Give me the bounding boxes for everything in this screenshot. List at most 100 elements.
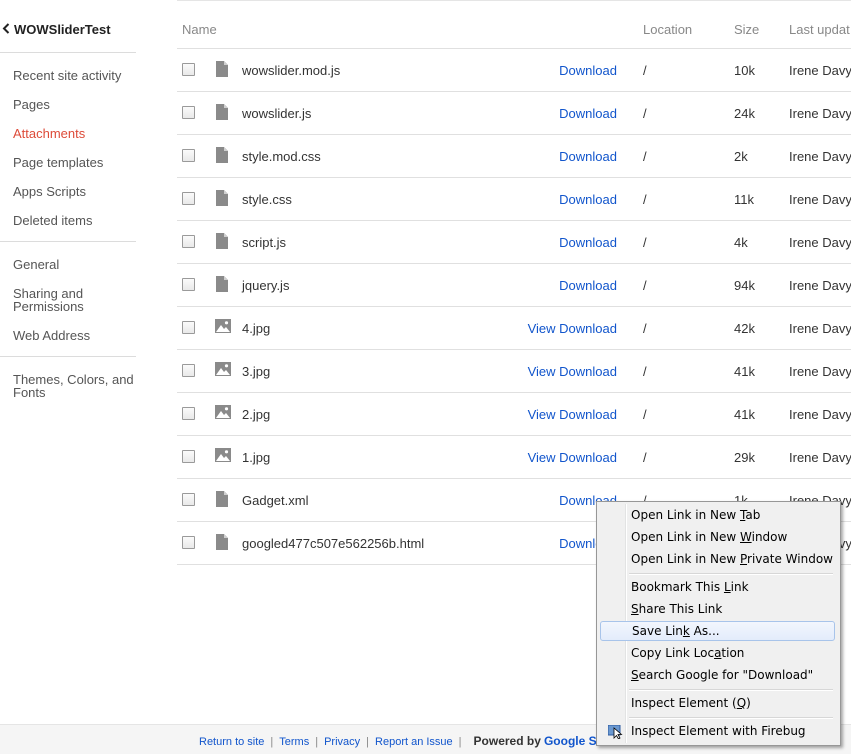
file-location: / — [643, 235, 647, 250]
return-to-site-link[interactable]: Return to site — [199, 736, 264, 748]
table-row: style.css Download / 11k Irene Davye — [177, 177, 851, 221]
document-file-icon — [215, 104, 229, 120]
menu-label-part: earch Google for "Download" — [638, 668, 814, 682]
sidebar-item-page-templates[interactable]: Page templates — [13, 156, 103, 169]
sidebar-item-sharing[interactable]: Sharing and Permissions — [13, 287, 138, 313]
last-updated-by: Irene Davye — [789, 278, 851, 293]
ctx-open-private-window[interactable]: Open Link in New Private Window — [600, 549, 835, 569]
column-header-location[interactable]: Location — [643, 22, 692, 37]
row-checkbox[interactable] — [182, 450, 195, 463]
privacy-link[interactable]: Privacy — [324, 736, 360, 748]
ctx-open-new-window[interactable]: Open Link in New Window — [600, 527, 835, 547]
menu-accesskey: S — [631, 602, 639, 616]
row-checkbox[interactable] — [182, 536, 195, 549]
download-link[interactable]: Download — [559, 106, 617, 121]
menu-label-part: indow — [751, 530, 788, 544]
sidebar-item-apps-scripts[interactable]: Apps Scripts — [13, 185, 86, 198]
ctx-inspect-firebug[interactable]: Inspect Element with Firebug — [600, 721, 835, 741]
download-link[interactable]: Download — [559, 407, 617, 422]
ctx-search-google[interactable]: Search Google for "Download" — [600, 665, 835, 685]
table-row: wowslider.js Download / 24k Irene Davye — [177, 91, 851, 135]
download-link[interactable]: Download — [559, 450, 617, 465]
ctx-inspect-element[interactable]: Inspect Element (Q) — [600, 693, 835, 713]
menu-label-part: tion — [721, 646, 745, 660]
view-link[interactable]: View — [528, 407, 556, 422]
site-title-link[interactable]: WOWSliderTest — [2, 22, 111, 37]
row-checkbox[interactable] — [182, 364, 195, 377]
menu-accesskey: P — [740, 552, 748, 566]
context-menu-separator — [629, 717, 833, 719]
chevron-left-icon — [2, 22, 10, 37]
download-link[interactable]: Download — [559, 235, 617, 250]
document-file-icon — [215, 147, 229, 163]
footer-separator: | — [458, 736, 462, 748]
sidebar-divider — [0, 356, 136, 357]
row-checkbox[interactable] — [182, 149, 195, 162]
file-location: / — [643, 192, 647, 207]
menu-label-part: ab — [745, 508, 761, 522]
row-checkbox[interactable] — [182, 192, 195, 205]
file-location: / — [643, 364, 647, 379]
row-checkbox[interactable] — [182, 493, 195, 506]
file-name: wowslider.mod.js — [242, 63, 341, 78]
row-checkbox[interactable] — [182, 321, 195, 334]
column-header-name[interactable]: Name — [182, 22, 217, 37]
file-size: 29k — [734, 450, 755, 465]
table-row: 2.jpg View Download / 41k Irene Davye — [177, 392, 851, 436]
ctx-bookmark-link[interactable]: Bookmark This Link — [600, 577, 835, 597]
powered-by-text: Powered by — [473, 734, 541, 748]
download-link[interactable]: Download — [559, 192, 617, 207]
last-updated-by: Irene Davye — [789, 192, 851, 207]
ctx-save-link-as[interactable]: Save Link As... — [600, 621, 835, 641]
sidebar-item-attachments[interactable]: Attachments — [13, 127, 85, 140]
sidebar-item-general[interactable]: General — [13, 258, 59, 271]
report-issue-link[interactable]: Report an Issue — [375, 736, 453, 748]
footer-separator: | — [366, 736, 370, 748]
table-row: 3.jpg View Download / 41k Irene Davye — [177, 349, 851, 393]
menu-accesskey: L — [723, 580, 731, 594]
ctx-share-link[interactable]: Share This Link — [600, 599, 835, 619]
row-checkbox[interactable] — [182, 106, 195, 119]
menu-label-part: Save Lin — [632, 624, 683, 638]
ctx-copy-link-location[interactable]: Copy Link Location — [600, 643, 835, 663]
file-actions: Download — [559, 63, 617, 78]
row-checkbox[interactable] — [182, 235, 195, 248]
file-name: googled477c507e562256b.html — [242, 536, 425, 551]
sidebar-item-pages[interactable]: Pages — [13, 98, 50, 111]
view-link[interactable]: View — [528, 364, 556, 379]
sidebar-item-deleted-items[interactable]: Deleted items — [13, 214, 92, 227]
sidebar-item-themes[interactable]: Themes, Colors, and Fonts — [13, 373, 138, 399]
menu-accesskey: W — [740, 530, 752, 544]
file-name: style.mod.css — [242, 149, 321, 164]
row-checkbox[interactable] — [182, 407, 195, 420]
menu-accesskey: S — [631, 668, 639, 682]
view-link[interactable]: View — [528, 321, 556, 336]
column-header-last-updated[interactable]: Last updat — [789, 22, 850, 37]
download-link[interactable]: Download — [559, 278, 617, 293]
file-name: style.css — [242, 192, 292, 207]
table-row: script.js Download / 4k Irene Davye — [177, 220, 851, 264]
file-actions: Download — [559, 235, 617, 250]
menu-label-part: ) — [746, 696, 751, 710]
sidebar-item-recent-activity[interactable]: Recent site activity — [13, 69, 121, 82]
terms-link[interactable]: Terms — [279, 736, 309, 748]
sidebar-item-web-address[interactable]: Web Address — [13, 329, 90, 342]
row-checkbox[interactable] — [182, 63, 195, 76]
download-link[interactable]: Download — [559, 321, 617, 336]
download-link[interactable]: Download — [559, 63, 617, 78]
row-checkbox[interactable] — [182, 278, 195, 291]
file-name: wowslider.js — [242, 106, 312, 121]
file-name: 1.jpg — [242, 450, 271, 465]
last-updated-by: Irene Davye — [789, 450, 851, 465]
file-actions: View Download — [528, 364, 617, 379]
file-actions: View Download — [528, 450, 617, 465]
view-link[interactable]: View — [528, 450, 556, 465]
ctx-open-new-tab[interactable]: Open Link in New Tab — [600, 505, 835, 525]
menu-accesskey: Q — [736, 696, 747, 710]
image-file-icon — [215, 319, 231, 335]
download-link[interactable]: Download — [559, 364, 617, 379]
column-header-size[interactable]: Size — [734, 22, 759, 37]
download-link[interactable]: Download — [559, 149, 617, 164]
table-row: jquery.js Download / 94k Irene Davye — [177, 263, 851, 307]
file-location: / — [643, 450, 647, 465]
